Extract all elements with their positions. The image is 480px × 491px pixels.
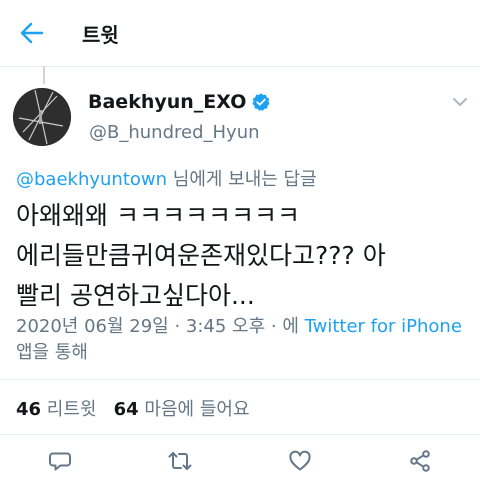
- reply-suffix: 님에게 보내는 답글: [167, 169, 317, 190]
- reply-button[interactable]: [46, 447, 74, 475]
- like-button[interactable]: [286, 447, 314, 475]
- likes-stat[interactable]: 64 마음에 들어요: [114, 399, 250, 420]
- tweet-text: 아왜왜왜 ㅋㅋㅋㅋㅋㅋㅋㅋ 에리들만큼귀여운존재있다고??? 아 빨리 공연하고…: [16, 201, 386, 310]
- likes-label: 마음에 들어요: [138, 399, 250, 420]
- back-button[interactable]: [14, 17, 50, 49]
- likes-count: 64: [113, 399, 139, 420]
- share-icon: [410, 450, 430, 472]
- like-icon: [289, 450, 311, 471]
- author-display-name[interactable]: Baekhyun_EXO: [88, 91, 271, 113]
- retweet-button[interactable]: [166, 447, 194, 475]
- divider: [0, 434, 480, 435]
- chevron-down-icon[interactable]: [450, 94, 470, 110]
- page-title: 트윗: [82, 23, 119, 47]
- avatar[interactable]: [13, 88, 71, 146]
- author-name-text: Baekhyun_EXO: [88, 91, 247, 113]
- tweet-meta: 2020년 06월 29일 · 3:45 오후 · 에 Twitter for …: [16, 314, 466, 366]
- retweets-stat[interactable]: 46 리트윗: [16, 399, 96, 420]
- retweets-label: 리트윗: [41, 399, 97, 420]
- tweet-source-suffix: 앱을 통해: [16, 342, 88, 363]
- share-button[interactable]: [406, 447, 434, 475]
- avatar-image: [13, 88, 71, 146]
- thread-connector: [43, 66, 45, 84]
- tweet-source-link[interactable]: Twitter for iPhone: [305, 316, 462, 337]
- reply-context: @baekhyuntown 님에게 보내는 답글: [16, 165, 317, 191]
- retweets-count: 46: [16, 399, 42, 420]
- verified-badge-icon: [252, 93, 270, 111]
- retweet-icon: [168, 452, 192, 470]
- arrow-left-icon: [20, 22, 44, 44]
- reply-icon: [49, 452, 71, 471]
- tweet-stats: 46 리트윗 64 마음에 들어요: [16, 395, 250, 421]
- tweet-timestamp: 2020년 06월 29일 · 3:45 오후 · 에: [16, 316, 305, 337]
- top-bar: 트윗: [0, 0, 480, 67]
- author-handle[interactable]: @B_hundred_Hyun: [89, 122, 260, 143]
- reply-mention-link[interactable]: @baekhyuntown: [16, 169, 167, 190]
- divider: [0, 379, 480, 380]
